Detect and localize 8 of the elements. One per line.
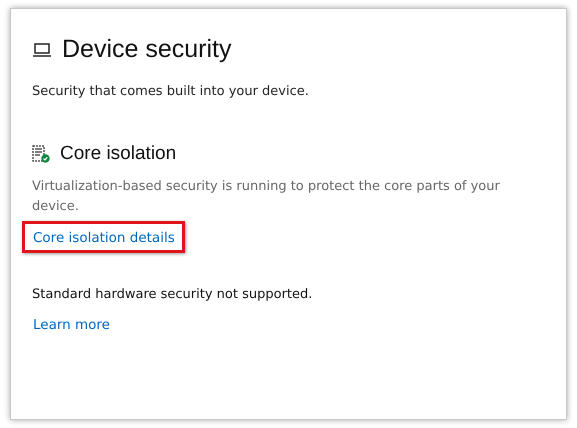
section-description: Virtualization-based security is running to protect the core parts of your device. [32, 178, 501, 216]
hardware-message: Standard hardware security not supported. [32, 287, 314, 302]
learn-more-link[interactable]: Learn more [33, 317, 110, 333]
section-title: Core isolation [60, 143, 176, 165]
details-link[interactable]: Core isolation details [33, 230, 175, 246]
page-title: Device security [62, 35, 232, 64]
page-subtitle: Security that comes built into your device. [32, 84, 310, 99]
laptop-icon [32, 42, 52, 58]
